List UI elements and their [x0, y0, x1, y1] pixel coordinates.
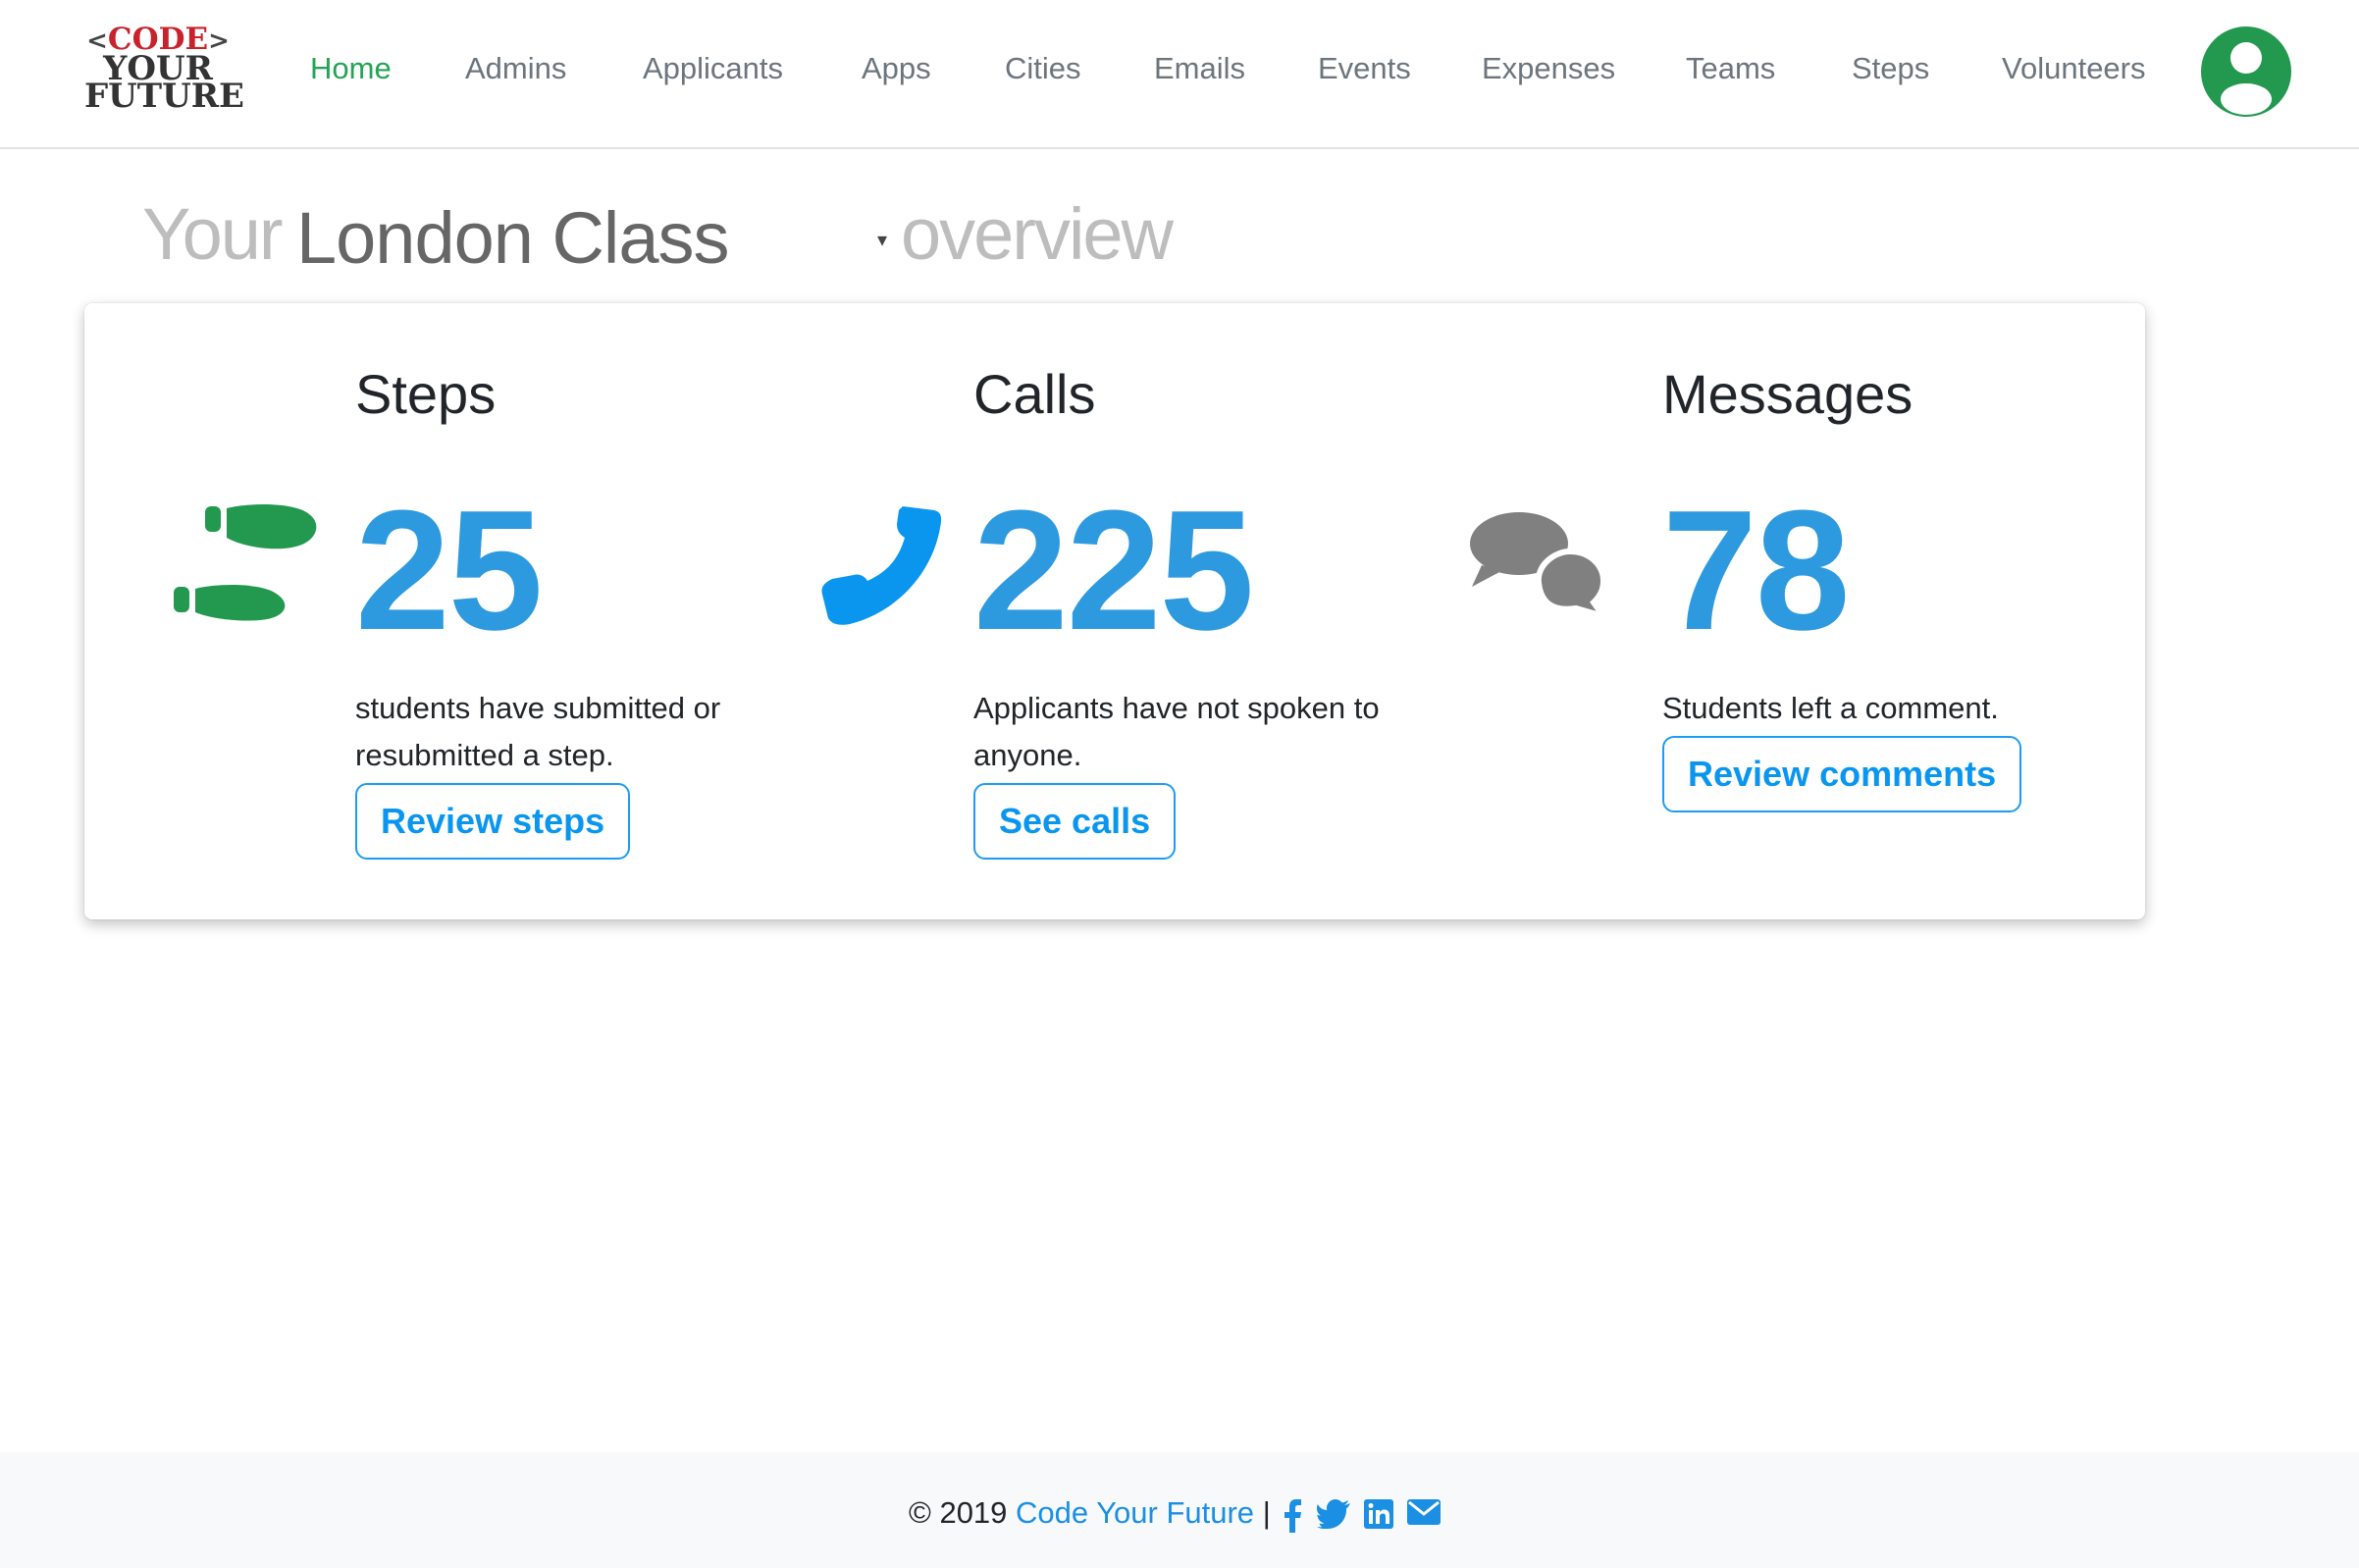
heading-prefix: Your: [142, 193, 284, 275]
code-your-future-logo[interactable]: <CODE> YOUR FUTURE: [84, 25, 244, 120]
shoe-prints-icon: [174, 504, 317, 621]
see-calls-button[interactable]: See calls: [973, 783, 1177, 860]
nav-apps[interactable]: Apps: [862, 51, 931, 86]
footer-org-link[interactable]: Code Your Future: [1016, 1495, 1254, 1530]
review-comments-button[interactable]: Review comments: [1662, 736, 2022, 812]
nav-volunteers[interactable]: Volunteers: [2002, 51, 2146, 86]
nav-admins[interactable]: Admins: [465, 51, 566, 86]
comments-icon: [1470, 512, 1605, 618]
nav-events[interactable]: Events: [1318, 51, 1411, 86]
overview-card: Steps 25 students have submitted or resu…: [84, 303, 2145, 919]
calls-count: 225: [973, 474, 1254, 665]
nav-emails[interactable]: Emails: [1154, 51, 1245, 86]
nav-home[interactable]: Home: [310, 51, 392, 86]
envelope-icon[interactable]: [1407, 1499, 1441, 1525]
calls-title: Calls: [973, 363, 1096, 425]
user-circle-icon: [2221, 42, 2272, 115]
nav-applicants[interactable]: Applicants: [643, 51, 783, 86]
user-avatar[interactable]: [2201, 26, 2291, 117]
nav-expenses[interactable]: Expenses: [1482, 51, 1615, 86]
nav-steps[interactable]: Steps: [1852, 51, 1929, 86]
calls-description: Applicants have not spoken to anyone.: [973, 691, 1380, 772]
twitter-icon[interactable]: [1317, 1499, 1350, 1529]
nav-teams[interactable]: Teams: [1686, 51, 1775, 86]
messages-count: 78: [1662, 474, 1851, 665]
top-navbar: <CODE> YOUR FUTURE Home Admins Applicant…: [0, 0, 2359, 149]
review-steps-button[interactable]: Review steps: [355, 783, 631, 860]
messages-title: Messages: [1662, 363, 1913, 425]
steps-description: students have submitted or resubmitted a…: [355, 691, 721, 772]
class-selector[interactable]: London Class: [296, 196, 730, 280]
footer-copyright: © 2019 Code Your Future |: [909, 1495, 1271, 1530]
steps-count: 25: [355, 474, 544, 665]
heading-suffix: overview: [901, 193, 1174, 275]
nav-cities[interactable]: Cities: [1005, 51, 1081, 86]
messages-description: Students left a comment.: [1662, 691, 1999, 725]
linkedin-icon[interactable]: [1364, 1499, 1393, 1529]
facebook-icon[interactable]: [1284, 1499, 1301, 1533]
class-selector-caret-icon[interactable]: ▾: [877, 228, 887, 252]
steps-title: Steps: [355, 363, 497, 425]
phone-icon: [821, 506, 942, 625]
